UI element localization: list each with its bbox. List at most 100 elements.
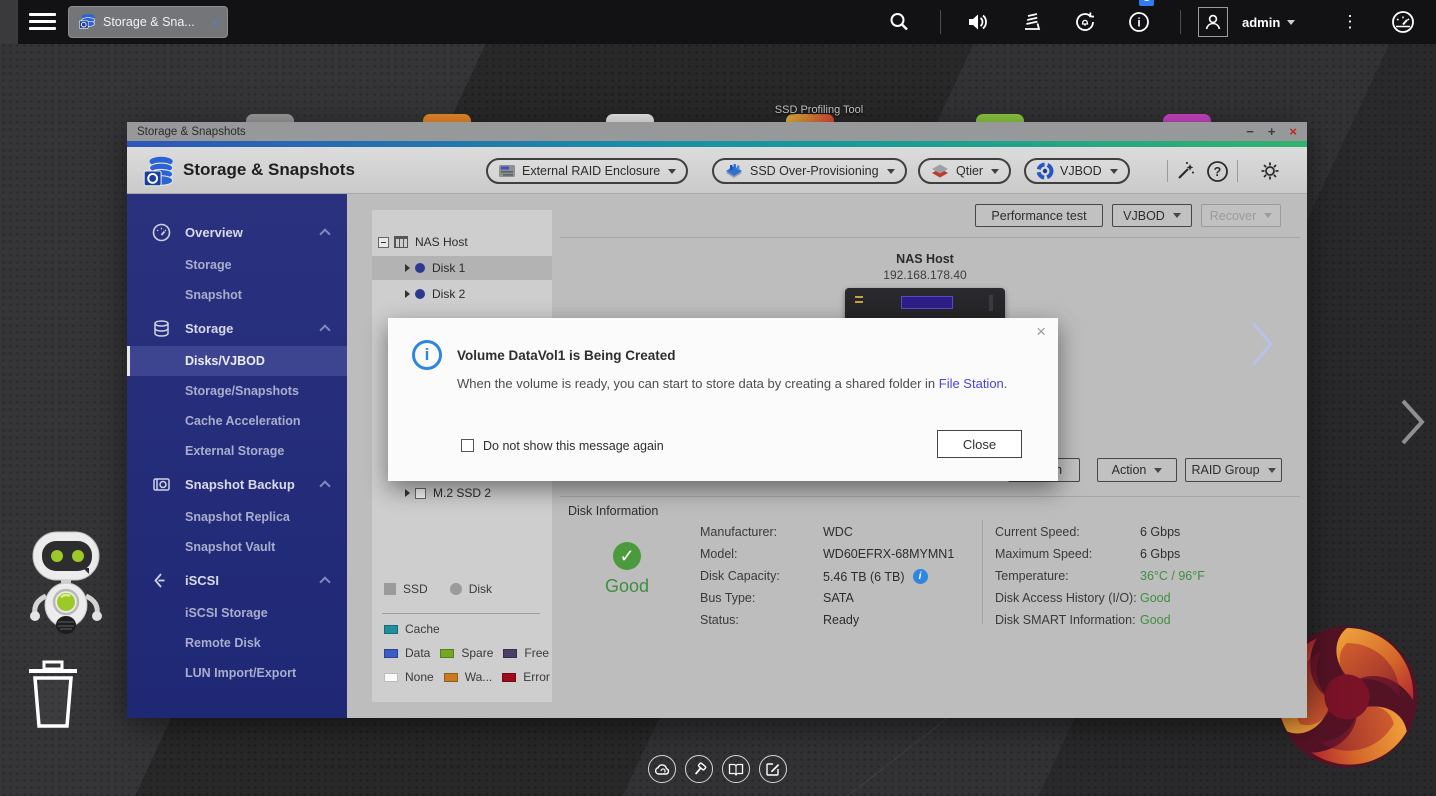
info-label: Temperature: — [995, 569, 1069, 583]
disk-status: ✓ Good — [587, 542, 667, 597]
sidebar-item-snapshot-overview[interactable]: Snapshot — [127, 280, 347, 310]
sidebar-item-disks-vjbod[interactable]: Disks/VJBOD — [127, 346, 347, 376]
sidebar-section-storage[interactable]: Storage — [127, 313, 347, 343]
capacity-info-icon[interactable]: i — [913, 569, 928, 584]
recover-dropdown[interactable]: Recover — [1201, 204, 1281, 227]
sidebar-item-snapshot-vault[interactable]: Snapshot Vault — [127, 532, 347, 562]
background-tasks-icon[interactable] — [1015, 0, 1049, 44]
sidebar-section-iscsi[interactable]: iSCSI — [127, 565, 347, 595]
user-menu[interactable]: admin — [1198, 0, 1295, 44]
sidebar-item-external-storage[interactable]: External Storage — [127, 436, 347, 466]
app-header: Storage & Snapshots External RAID Enclos… — [127, 147, 1307, 194]
collapse-icon[interactable] — [378, 237, 389, 248]
taskbar: Storage & Sna... × i 1 admin ⋮ — [0, 0, 1436, 44]
info-label: Disk Capacity: — [700, 569, 780, 583]
sidebar-section-overview[interactable]: Overview — [127, 217, 347, 247]
sidebar-item-storage-overview[interactable]: Storage — [127, 250, 347, 280]
chevron-up-icon — [319, 324, 330, 335]
external-raid-enclosure-dropdown[interactable]: External RAID Enclosure — [486, 158, 688, 184]
sidebar-item-snapshot-replica[interactable]: Snapshot Replica — [127, 502, 347, 532]
next-enclosure-chevron-icon[interactable] — [1250, 320, 1274, 373]
settings-gear-icon[interactable] — [1257, 158, 1283, 184]
snapshot-camera-icon — [151, 474, 171, 494]
cache-swatch — [384, 625, 398, 634]
restart-alert-icon[interactable] — [1068, 0, 1102, 44]
storage-database-icon — [151, 318, 171, 338]
storage-snapshots-icon — [77, 12, 97, 32]
dashboard-icon[interactable] — [1386, 0, 1420, 44]
tree-node-nas-host[interactable]: NAS Host — [372, 230, 552, 254]
info-label: Current Speed: — [995, 525, 1080, 539]
sidebar-item-cache-acceleration[interactable]: Cache Acceleration — [127, 406, 347, 436]
raid-group-dropdown[interactable]: RAID Group — [1185, 458, 1282, 482]
window-close-button[interactable]: × — [1289, 125, 1297, 138]
performance-test-button[interactable]: Performance test — [975, 204, 1103, 227]
info-label: Maximum Speed: — [995, 547, 1092, 561]
expand-icon[interactable] — [405, 264, 410, 272]
dropdown-label: External RAID Enclosure — [522, 164, 660, 178]
dropdown-label: VJBOD — [1060, 164, 1102, 178]
sidebar-item-storage-snapshots[interactable]: Storage/Snapshots — [127, 376, 347, 406]
maximize-button[interactable]: + — [1268, 125, 1276, 138]
nas-led — [855, 301, 863, 303]
info-value: 36°C / 96°F — [1140, 569, 1205, 583]
ssd-over-provisioning-dropdown[interactable]: SSD Over-Provisioning — [712, 158, 907, 184]
disk-status-dot — [415, 289, 425, 299]
taskbar-tab-storage-snapshots[interactable]: Storage & Sna... × — [68, 6, 228, 38]
assistant-robot-mascot[interactable] — [25, 530, 107, 641]
sidebar-item-iscsi-storage[interactable]: iSCSI Storage — [127, 598, 347, 628]
good-check-icon: ✓ — [613, 542, 641, 570]
sidebar-item-lun-import-export[interactable]: LUN Import/Export — [127, 658, 347, 688]
sidebar-section-snapshot-backup[interactable]: Snapshot Backup — [127, 469, 347, 499]
recycle-bin-icon[interactable] — [26, 660, 80, 735]
tree-node-disk-1[interactable]: Disk 1 — [372, 256, 552, 280]
expand-icon[interactable] — [405, 489, 410, 497]
vjbod-dropdown[interactable]: VJBOD — [1024, 158, 1130, 184]
tree-node-disk-2[interactable]: Disk 2 — [372, 282, 552, 306]
action-dropdown[interactable]: Action — [1097, 458, 1177, 482]
utilities-hammer-icon[interactable] — [685, 755, 713, 783]
file-station-link[interactable]: File Station — [939, 376, 1004, 391]
close-button[interactable]: Close — [937, 430, 1022, 458]
volume-created-dialog: × i Volume DataVol1 is Being Created Whe… — [388, 318, 1058, 481]
vjbod-toolbar-dropdown[interactable]: VJBOD — [1112, 204, 1192, 227]
info-value: 6 Gbps — [1140, 525, 1180, 539]
tab-label: Storage & Sna... — [103, 15, 211, 29]
volume-icon[interactable] — [961, 0, 995, 44]
more-options-icon[interactable]: ⋮ — [1340, 0, 1360, 44]
disk-information-title: Disk Information — [568, 504, 658, 518]
window-titlebar[interactable]: Storage & Snapshots − + × — [127, 122, 1307, 141]
tab-close-icon[interactable]: × — [211, 15, 219, 30]
desktop-next-page-chevron-icon[interactable] — [1400, 398, 1426, 451]
vjbod-icon — [1036, 162, 1054, 180]
legend-divider — [382, 613, 540, 614]
feedback-compose-icon[interactable] — [759, 755, 787, 783]
dialog-close-icon[interactable]: × — [1036, 323, 1046, 340]
window-title: Storage & Snapshots — [137, 126, 1232, 138]
legend-types: SSD Disk — [384, 582, 492, 596]
chevron-up-icon — [319, 228, 330, 239]
ssd-status-box — [415, 488, 426, 499]
sidebar-item-remote-disk[interactable]: Remote Disk — [127, 628, 347, 658]
chevron-up-icon — [319, 480, 330, 491]
tree-node-m2-ssd-2[interactable]: M.2 SSD 2 — [372, 481, 552, 505]
qtier-dropdown[interactable]: Qtier — [918, 158, 1011, 184]
sidebar-section-label: Overview — [185, 225, 243, 240]
expand-icon[interactable] — [405, 290, 410, 298]
warning-swatch — [444, 673, 458, 682]
main-menu-button[interactable] — [29, 13, 56, 31]
minimize-button[interactable]: − — [1246, 125, 1254, 138]
cloud-icon[interactable] — [648, 755, 676, 783]
do-not-show-checkbox[interactable] — [461, 439, 474, 452]
desktop-icon-label: SSD Profiling Tool — [738, 104, 900, 116]
manual-book-icon[interactable] — [722, 755, 750, 783]
sidebar: Overview Storage Snapshot Storage Disks/… — [127, 194, 347, 718]
nas-host-icon — [394, 236, 408, 248]
svg-text:i: i — [1137, 16, 1140, 30]
info-label: Disk SMART Information: — [995, 613, 1136, 627]
help-icon[interactable]: ? — [1204, 158, 1230, 184]
search-icon[interactable] — [882, 0, 916, 44]
notification-badge: 1 — [1139, 0, 1154, 6]
notifications-icon[interactable]: i 1 — [1122, 0, 1156, 44]
auto-tool-wand-icon[interactable] — [1173, 158, 1199, 184]
